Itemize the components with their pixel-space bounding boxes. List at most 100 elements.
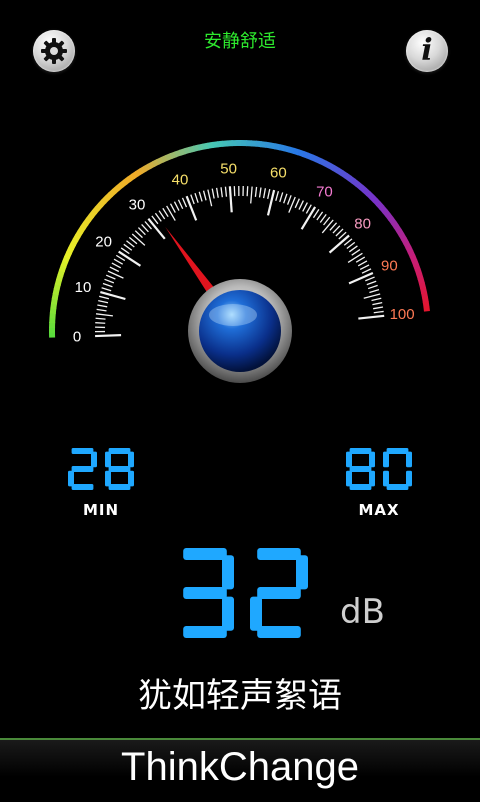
minor-tick: [280, 192, 283, 202]
arc-segment: [426, 307, 427, 312]
minor-tick: [135, 231, 142, 238]
major-tick: [230, 186, 232, 212]
minor-tick: [374, 311, 384, 312]
minor-tick: [352, 250, 360, 256]
segment: [257, 626, 301, 638]
segment: [105, 452, 111, 468]
noise-description: 犹如轻声絮语: [0, 668, 480, 717]
segment: [346, 471, 352, 487]
minor-tick: [171, 204, 176, 213]
info-button[interactable]: i: [406, 30, 448, 72]
segment: [350, 448, 372, 454]
segment: [257, 587, 301, 599]
segment: [109, 448, 131, 454]
minor-tick: [303, 203, 308, 212]
minor-tick: [255, 187, 256, 197]
seven-segment-digit: [183, 548, 234, 638]
minor-tick: [208, 190, 212, 207]
minor-tick: [364, 294, 380, 298]
scale-label: 40: [172, 171, 189, 188]
minor-tick: [106, 275, 115, 279]
segment: [183, 548, 227, 560]
segment: [222, 555, 234, 589]
minor-tick: [183, 198, 187, 207]
gauge-knob: [188, 279, 292, 383]
min-value-display: [68, 448, 134, 490]
minor-tick: [103, 284, 112, 287]
sound-level-gauge: 0102030405060708090100: [40, 120, 440, 410]
major-tick: [187, 196, 197, 220]
seven-segment-digit: [105, 448, 134, 490]
scale-label: 0: [73, 329, 81, 346]
scale-label: 60: [270, 165, 287, 182]
minor-tick: [324, 217, 330, 225]
minor-tick: [159, 211, 165, 219]
minor-tick: [251, 187, 252, 204]
minor-tick: [178, 200, 182, 209]
minor-tick: [362, 269, 371, 273]
minor-tick: [284, 194, 287, 203]
segment: [105, 471, 111, 487]
segment: [387, 484, 409, 490]
minor-tick: [217, 188, 219, 198]
minor-tick: [195, 193, 198, 203]
minor-tick: [306, 205, 311, 214]
minor-tick: [204, 191, 207, 201]
minor-tick: [372, 298, 382, 300]
segment: [72, 466, 94, 472]
minor-tick: [264, 188, 266, 198]
minor-tick: [96, 314, 113, 316]
scale-label: 30: [129, 197, 146, 214]
minor-tick: [138, 228, 145, 235]
segment: [383, 471, 389, 487]
segment: [257, 548, 301, 560]
minor-tick: [99, 296, 109, 298]
minor-tick: [367, 281, 376, 284]
minor-tick: [225, 187, 226, 197]
scale-label: 20: [95, 234, 112, 251]
minor-tick: [124, 244, 132, 250]
minor-tick: [110, 267, 119, 271]
scale-label: 70: [316, 184, 333, 201]
minor-tick: [96, 318, 106, 319]
minor-tick: [336, 229, 343, 236]
minor-tick: [368, 285, 377, 288]
minor-tick: [369, 290, 379, 293]
minor-tick: [260, 188, 261, 198]
minor-tick: [322, 220, 333, 233]
segment: [72, 448, 94, 454]
minor-tick: [212, 189, 214, 199]
segment: [222, 597, 234, 631]
segment: [183, 626, 227, 638]
max-reading: [346, 448, 412, 494]
minor-tick: [348, 253, 362, 262]
minor-tick: [132, 234, 145, 245]
minor-tick: [163, 208, 168, 216]
minor-tick: [97, 309, 107, 310]
info-icon: i: [421, 36, 432, 66]
minor-tick: [105, 279, 114, 283]
minor-tick: [247, 186, 248, 196]
segment: [183, 587, 227, 599]
minor-tick: [365, 277, 374, 281]
minor-tick: [349, 246, 357, 252]
minor-tick: [276, 191, 279, 201]
segment: [350, 466, 372, 472]
min-label: MIN: [68, 501, 134, 519]
seven-segment-digit: [250, 548, 308, 638]
minor-tick: [129, 237, 137, 243]
minor-tick: [313, 209, 318, 217]
minor-tick: [360, 265, 369, 270]
minor-tick: [114, 259, 123, 264]
segment: [128, 452, 134, 468]
minor-tick: [299, 201, 303, 210]
minor-tick: [317, 212, 323, 220]
seven-segment-digit: [383, 448, 412, 490]
segment: [91, 452, 97, 468]
minor-tick: [295, 199, 299, 208]
minor-tick: [116, 255, 125, 260]
minor-tick: [333, 226, 340, 233]
scale-label: 90: [381, 258, 398, 275]
minor-tick: [102, 288, 112, 291]
segment: [346, 452, 352, 468]
